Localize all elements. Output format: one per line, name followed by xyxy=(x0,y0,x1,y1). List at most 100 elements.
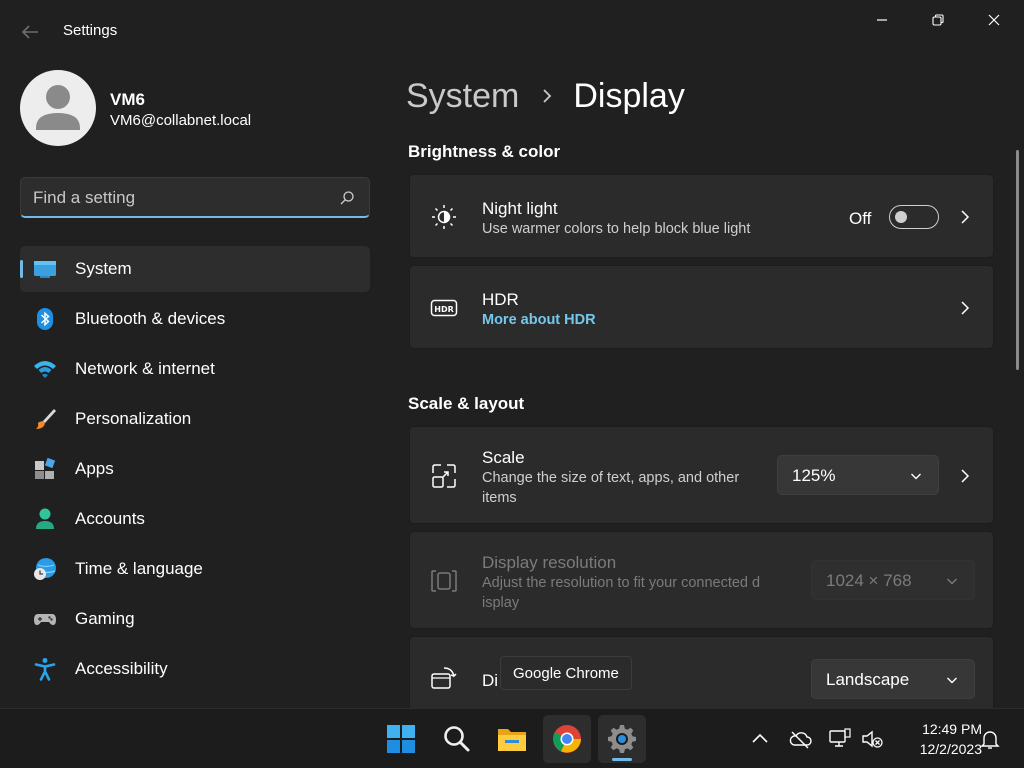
user-profile[interactable]: VM6 VM6@collabnet.local xyxy=(20,70,380,146)
restore-button[interactable] xyxy=(916,6,960,34)
sidebar-item-accessibility[interactable]: Accessibility xyxy=(20,646,370,692)
app-title: Settings xyxy=(63,22,118,39)
network-monitor-icon[interactable] xyxy=(828,727,852,751)
breadcrumb-parent-link[interactable]: System xyxy=(406,77,519,116)
minimize-icon xyxy=(877,19,887,21)
sidebar-item-personalization[interactable]: Personalization xyxy=(20,396,370,442)
sidebar-item-network[interactable]: Network & internet xyxy=(20,346,370,392)
sidebar-item-bluetooth[interactable]: Bluetooth & devices xyxy=(20,296,370,342)
scale-title: Scale xyxy=(482,448,525,467)
sidebar-item-label: Personalization xyxy=(75,409,192,428)
chrome-icon xyxy=(553,725,581,753)
sidebar-item-label: System xyxy=(75,259,132,278)
scale-dropdown[interactable]: 125% xyxy=(777,455,939,495)
scale-description-line2: items xyxy=(482,490,517,506)
section-title-brightness: Brightness & color xyxy=(408,142,561,161)
content-scrollbar[interactable] xyxy=(1016,150,1019,370)
sidebar-item-label: Network & internet xyxy=(75,359,215,378)
search-input[interactable] xyxy=(33,186,333,210)
search-box[interactable] xyxy=(20,177,370,218)
close-icon xyxy=(988,14,1000,26)
minimize-button[interactable] xyxy=(860,6,904,34)
restore-icon xyxy=(932,14,944,26)
chevron-down-icon xyxy=(947,677,957,684)
night-light-icon xyxy=(432,205,456,229)
settings-button[interactable] xyxy=(598,715,646,763)
display-resolution-value: 1024 × 768 xyxy=(826,571,912,590)
title-bar: Settings xyxy=(0,0,1024,60)
start-button[interactable] xyxy=(377,715,425,763)
scale-dropdown-value: 125% xyxy=(792,466,836,485)
hdr-title: HDR xyxy=(482,290,519,309)
display-resolution-title: Display resolution xyxy=(482,553,617,572)
file-explorer-icon xyxy=(498,729,526,751)
chevron-right-icon[interactable] xyxy=(957,300,973,316)
display-resolution-card: Display resolution Adjust the resolution… xyxy=(409,531,994,629)
close-button[interactable] xyxy=(972,6,1016,34)
chrome-button[interactable] xyxy=(543,715,591,763)
display-orientation-value: Landscape xyxy=(826,670,910,689)
profile-name: VM6 xyxy=(110,90,145,109)
chevron-right-icon[interactable] xyxy=(957,468,973,484)
toggle-knob xyxy=(895,211,907,223)
chevron-right-icon xyxy=(543,89,552,103)
clock-date: 12/2/2023 xyxy=(919,741,982,757)
display-resolution-dropdown: 1024 × 768 xyxy=(811,560,975,600)
resolution-icon xyxy=(431,570,457,592)
sidebar-item-label: Time & language xyxy=(75,559,203,578)
orientation-icon xyxy=(431,667,457,689)
display-orientation-title: Di xyxy=(482,671,499,690)
page-title: Display xyxy=(573,76,685,115)
breadcrumb: System Display xyxy=(406,74,685,118)
hdr-icon: HDR xyxy=(430,299,458,317)
chevron-down-icon xyxy=(947,578,957,585)
display-orientation-card[interactable]: Di Landscape xyxy=(409,636,994,708)
chevron-down-icon xyxy=(911,473,921,480)
sidebar-item-gaming[interactable]: Gaming xyxy=(20,596,370,642)
scale-description-line1: Change the size of text, apps, and other xyxy=(482,470,740,486)
search-icon[interactable] xyxy=(339,190,355,206)
display-resolution-description-line2: isplay xyxy=(482,595,520,611)
sidebar-item-label: Gaming xyxy=(75,609,135,628)
profile-email: VM6@collabnet.local xyxy=(110,112,252,129)
taskbar-search-button[interactable] xyxy=(433,715,481,763)
night-light-toggle-label: Off xyxy=(849,209,872,228)
sidebar-item-apps[interactable]: Apps xyxy=(20,446,370,492)
night-light-toggle[interactable] xyxy=(889,205,939,229)
night-light-description: Use warmer colors to help block blue lig… xyxy=(482,221,751,237)
volume-muted-icon[interactable] xyxy=(860,727,884,751)
avatar-person-icon xyxy=(36,85,80,130)
sidebar-item-label: Bluetooth & devices xyxy=(75,309,226,328)
sidebar-nav: System Bluetooth & devices Network & int… xyxy=(20,246,370,696)
chevron-up-icon[interactable] xyxy=(748,727,772,751)
gamepad-icon xyxy=(34,614,56,625)
taskbar-tooltip: Google Chrome xyxy=(500,656,632,690)
display-orientation-dropdown[interactable]: Landscape xyxy=(811,659,975,699)
chevron-right-icon[interactable] xyxy=(957,209,973,225)
sidebar-item-label: Apps xyxy=(75,459,114,478)
system-display-icon xyxy=(34,261,56,278)
system-clock[interactable]: 12:49 PM 12/2/2023 xyxy=(890,719,982,759)
settings-window: Settings VM6 VM6@collabnet.local System xyxy=(0,0,1024,708)
hdr-card[interactable]: HDR HDR More about HDR xyxy=(409,265,994,349)
clock-time: 12:49 PM xyxy=(922,721,982,737)
start-icon xyxy=(387,725,415,753)
sidebar-item-time-language[interactable]: Time & language xyxy=(20,546,370,592)
sidebar-item-accounts[interactable]: Accounts xyxy=(20,496,370,542)
sidebar-item-label: Accounts xyxy=(75,509,145,528)
sidebar-item-label: Accessibility xyxy=(75,659,168,678)
file-explorer-button[interactable] xyxy=(488,715,536,763)
notification-bell-icon[interactable] xyxy=(978,727,1002,751)
more-about-hdr-link[interactable]: More about HDR xyxy=(482,312,596,328)
onedrive-cloud-icon[interactable] xyxy=(788,727,812,751)
paintbrush-icon xyxy=(36,409,56,429)
avatar xyxy=(20,70,96,146)
sidebar-item-system[interactable]: System xyxy=(20,246,370,292)
scale-card[interactable]: Scale Change the size of text, apps, and… xyxy=(409,426,994,524)
bluetooth-icon xyxy=(37,308,53,330)
active-app-indicator xyxy=(612,758,632,761)
accessibility-icon xyxy=(34,658,56,681)
display-resolution-description-line1: Adjust the resolution to fit your connec… xyxy=(482,575,761,591)
night-light-card[interactable]: Night light Use warmer colors to help bl… xyxy=(409,174,994,258)
back-arrow-icon[interactable] xyxy=(18,20,42,44)
